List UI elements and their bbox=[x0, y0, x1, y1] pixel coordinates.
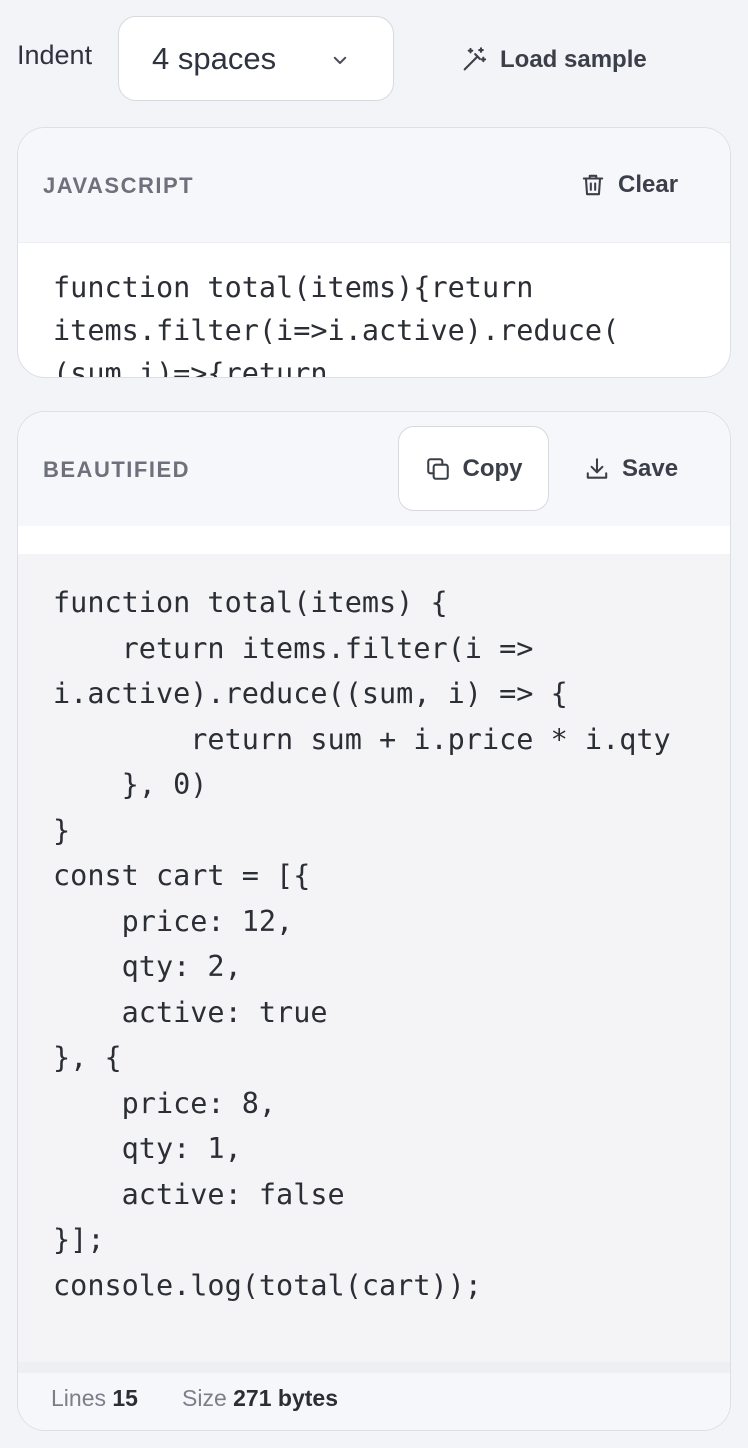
output-code-area[interactable]: function total(items) { return items.fil… bbox=[18, 554, 730, 1362]
output-toolbar-strip bbox=[18, 526, 730, 554]
output-code: function total(items) { return items.fil… bbox=[53, 586, 671, 1302]
load-sample-label: Load sample bbox=[500, 46, 647, 73]
magic-wand-icon bbox=[463, 47, 487, 71]
output-panel-title: BEAUTIFIED bbox=[43, 457, 190, 482]
save-button[interactable]: Save bbox=[584, 455, 678, 483]
indent-select-value: 4 spaces bbox=[152, 41, 277, 76]
toolbar: Indent 4 spaces Load sample bbox=[0, 0, 748, 120]
input-panel: JAVASCRIPT Clear function total(items){r… bbox=[17, 127, 731, 378]
input-code-editor[interactable]: function total(items){return items.filte… bbox=[53, 266, 619, 377]
input-panel-title: JAVASCRIPT bbox=[43, 173, 195, 198]
clear-button[interactable]: Clear bbox=[580, 171, 678, 199]
trash-icon bbox=[582, 174, 604, 196]
stats-footer: Lines 15 Size 271 bytes bbox=[18, 1362, 730, 1430]
size-label: Size bbox=[182, 1385, 227, 1411]
size-value: 271 bytes bbox=[233, 1385, 338, 1411]
lines-value: 15 bbox=[112, 1385, 138, 1411]
save-label: Save bbox=[622, 455, 679, 482]
lines-label: Lines bbox=[51, 1385, 106, 1411]
input-panel-header: JAVASCRIPT Clear bbox=[18, 128, 730, 243]
output-panel-header: BEAUTIFIED Copy Save bbox=[18, 412, 730, 527]
clear-label: Clear bbox=[618, 171, 679, 198]
copy-button[interactable]: Copy bbox=[398, 426, 549, 511]
lines-stat: Lines 15 bbox=[51, 1385, 138, 1412]
indent-select[interactable]: 4 spaces bbox=[118, 16, 394, 101]
load-sample-button[interactable]: Load sample bbox=[460, 42, 647, 78]
download-icon bbox=[586, 458, 608, 479]
copy-icon bbox=[426, 457, 449, 480]
horizontal-scrollbar[interactable] bbox=[18, 1363, 730, 1373]
chevron-down-icon bbox=[333, 56, 347, 64]
output-panel: BEAUTIFIED Copy Save function total(item… bbox=[17, 411, 731, 1431]
indent-label: Indent bbox=[17, 40, 93, 70]
size-stat: Size 271 bytes bbox=[182, 1385, 338, 1412]
copy-label: Copy bbox=[462, 454, 523, 482]
